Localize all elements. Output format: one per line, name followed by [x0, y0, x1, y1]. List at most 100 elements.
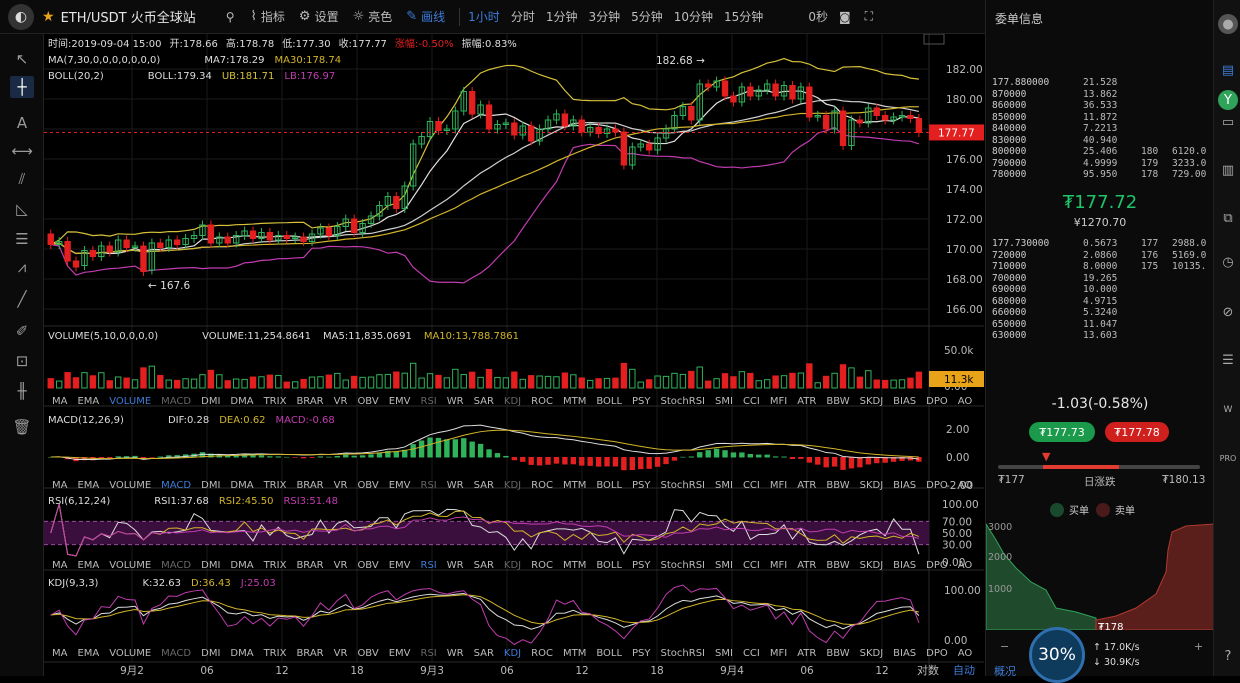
bid-row[interactable]: 690000 10.000	[992, 284, 1207, 296]
indicator-tab[interactable]: DMA	[230, 648, 253, 659]
ask-row[interactable]: 177.880000 21.528	[992, 77, 1207, 89]
indicator-tab[interactable]: BRAR	[296, 648, 323, 659]
indicator-tab[interactable]: BBW	[826, 480, 849, 491]
indicator-tab[interactable]: BIAS	[893, 560, 916, 571]
indicator-tab[interactable]: EMV	[389, 396, 411, 407]
indicator-tab[interactable]: ROC	[531, 648, 553, 659]
period-timeline[interactable]: 分时	[511, 8, 535, 25]
bid-row[interactable]: 700000 19.265	[992, 273, 1207, 285]
indicator-tab[interactable]: MFI	[770, 396, 787, 407]
indicator-tab[interactable]: SMI	[715, 648, 733, 659]
indicator-tab[interactable]: MA	[52, 480, 68, 491]
kline-chart[interactable]: 182.00180.00178.00176.00174.00172.00170.…	[44, 34, 984, 676]
fib-tool-icon[interactable]: ☰	[10, 228, 34, 250]
compass-icon[interactable]: ⊘	[1218, 302, 1238, 322]
period-10m[interactable]: 10分钟	[674, 8, 713, 25]
settings-button[interactable]: ⚙ 设置	[299, 8, 339, 25]
pair-title[interactable]: ETH/USDT 火币全球站	[61, 7, 196, 26]
indicator-tab[interactable]: EMA	[77, 560, 99, 571]
indicator-tab[interactable]: SAR	[474, 480, 494, 491]
indicator-tab[interactable]: MFI	[770, 648, 787, 659]
indicator-tab[interactable]: DPO	[926, 480, 948, 491]
bid-row[interactable]: 660000 5.3240	[992, 307, 1207, 319]
indicator-tab[interactable]: KDJ	[504, 480, 521, 491]
bid-row[interactable]: 630000 13.603	[992, 330, 1207, 342]
indicator-tab[interactable]: VOLUME	[109, 560, 151, 571]
pro-icon[interactable]: PRO	[1218, 448, 1238, 468]
trash-icon[interactable]: 🗑	[10, 416, 34, 438]
indicator-tab[interactable]: BOLL	[596, 560, 622, 571]
indicator-tab[interactable]: BRAR	[296, 480, 323, 491]
indicator-tab[interactable]: ROC	[531, 396, 553, 407]
indicator-tab[interactable]: DMI	[201, 396, 220, 407]
period-3m[interactable]: 3分钟	[588, 8, 620, 25]
camera-icon[interactable]: ◙	[839, 10, 851, 24]
indicator-tab[interactable]: KDJ	[504, 560, 521, 571]
indicator-tab[interactable]: RSI	[421, 480, 437, 491]
zoom-in-icon[interactable]: +	[1194, 640, 1203, 653]
indicator-tab[interactable]: TRIX	[263, 480, 287, 491]
indicator-tab[interactable]: CCI	[743, 480, 760, 491]
light-theme-button[interactable]: ☼ 亮色	[353, 8, 393, 25]
indicator-tab[interactable]: SKDJ	[860, 560, 884, 571]
overview-tab[interactable]: 概况	[994, 663, 1016, 679]
indicator-tab[interactable]: SAR	[474, 560, 494, 571]
indicator-tab[interactable]: ATR	[797, 648, 816, 659]
w-icon[interactable]: W	[1218, 400, 1238, 420]
indicator-tab[interactable]: SKDJ	[860, 480, 884, 491]
channel-tool-icon[interactable]: ⫽	[10, 168, 34, 190]
indicator-tab[interactable]: AO	[958, 396, 973, 407]
indicator-tab[interactable]: DMI	[201, 480, 220, 491]
wave-tool-icon[interactable]: ⩘	[10, 256, 34, 278]
fullscreen-icon[interactable]: ⛶	[865, 9, 873, 24]
indicator-tab[interactable]: StochRSI	[661, 648, 705, 659]
indicator-tab[interactable]: StochRSI	[661, 396, 705, 407]
indicator-tab[interactable]: BBW	[826, 648, 849, 659]
indicator-tab[interactable]: PSY	[632, 560, 651, 571]
lock-icon[interactable]: ⊡	[10, 350, 34, 372]
indicator-tab[interactable]: VOLUME	[109, 396, 151, 407]
indicator-tab[interactable]: MFI	[770, 480, 787, 491]
indicator-tab[interactable]: EMA	[77, 480, 99, 491]
indicator-tab[interactable]: BOLL	[596, 480, 622, 491]
favorite-star-icon[interactable]: ★	[42, 9, 55, 25]
indicator-tab[interactable]: OBV	[357, 396, 378, 407]
ask-row[interactable]: 870000 13.862	[992, 89, 1207, 101]
indicator-tab[interactable]: OBV	[357, 648, 378, 659]
indicator-tab[interactable]: MACD	[161, 480, 191, 491]
indicator-tab[interactable]: ATR	[797, 560, 816, 571]
indicator-tab[interactable]: VOLUME	[109, 480, 151, 491]
indicator-button[interactable]: ⌇ 指标	[251, 8, 285, 25]
indicator-tab[interactable]: BOLL	[596, 396, 622, 407]
ask-row[interactable]: 780000 95.950 178 729.00	[992, 169, 1207, 181]
sell-price-button[interactable]: ₮177.78	[1105, 422, 1169, 442]
indicator-tab[interactable]: SMI	[715, 480, 733, 491]
document-icon[interactable]: ▭	[1218, 112, 1238, 132]
indicator-tab[interactable]: MA	[52, 648, 68, 659]
ask-row[interactable]: 840000 7.2213	[992, 123, 1207, 135]
indicator-tab[interactable]: WR	[447, 560, 464, 571]
triangle-tool-icon[interactable]: ◺	[10, 198, 34, 220]
exchange-logo-icon[interactable]: ◐	[8, 3, 34, 30]
indicator-tab[interactable]: MA	[52, 396, 68, 407]
brush-icon[interactable]: ✐	[10, 320, 34, 342]
indicator-tab[interactable]: ATR	[797, 480, 816, 491]
period-1h[interactable]: 1小时	[468, 8, 500, 25]
indicator-tab[interactable]: TRIX	[263, 560, 287, 571]
indicator-tab[interactable]: MTM	[563, 396, 586, 407]
indicator-tab[interactable]: AO	[958, 648, 973, 659]
indicator-tab[interactable]: VR	[334, 648, 348, 659]
indicator-tab[interactable]: PSY	[632, 480, 651, 491]
log-toggle[interactable]: 对数	[917, 663, 939, 676]
indicator-tab[interactable]: KDJ	[504, 648, 521, 659]
indicator-tab[interactable]: MTM	[563, 560, 586, 571]
indicator-tab[interactable]: ATR	[797, 396, 816, 407]
indicator-tab[interactable]: KDJ	[504, 396, 521, 407]
indicator-tab[interactable]: MTM	[563, 480, 586, 491]
zoom-out-icon[interactable]: −	[1000, 640, 1009, 653]
avatar-icon[interactable]: ●	[1218, 14, 1238, 34]
indicator-tab[interactable]: RSI	[421, 560, 437, 571]
indicator-tab[interactable]: DPO	[926, 396, 948, 407]
period-5m[interactable]: 5分钟	[631, 8, 663, 25]
period-15m[interactable]: 15分钟	[724, 8, 763, 25]
